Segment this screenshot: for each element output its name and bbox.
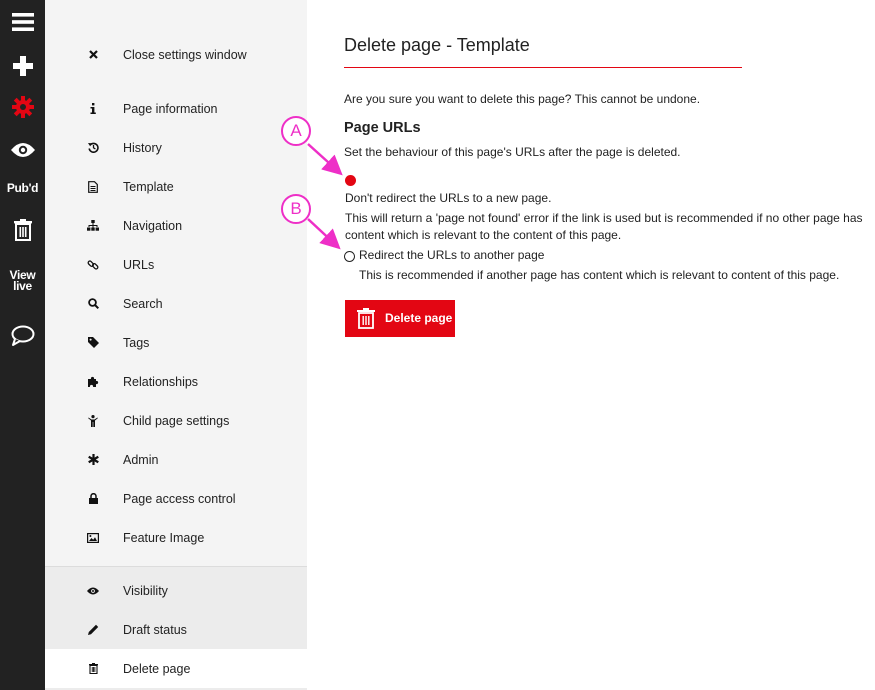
redirect-description: This is recommended if another page has … (359, 268, 840, 282)
view-live-button[interactable]: View live (0, 268, 45, 294)
menu-item-history[interactable]: History (45, 128, 307, 167)
history-icon (86, 141, 100, 155)
eye-icon (86, 584, 100, 598)
plus-icon[interactable] (0, 52, 45, 80)
menu-item-label: History (123, 140, 162, 155)
menu-item-label: Page access control (123, 491, 236, 506)
menu-item-child-page-settings[interactable]: Child page settings (45, 401, 307, 440)
menu-item-page-access-control[interactable]: Page access control (45, 479, 307, 518)
section-description: Set the behaviour of this page's URLs af… (344, 145, 681, 159)
menu-item-label: URLs (123, 257, 155, 272)
menu-item-tags[interactable]: Tags (45, 323, 307, 362)
no-redirect-label: Don't redirect the URLs to a new page. (345, 191, 552, 205)
menu-item-label: Child page settings (123, 413, 230, 428)
tag-icon (86, 336, 100, 350)
divider (45, 566, 307, 567)
menu-item-visibility[interactable]: Visibility (45, 571, 307, 610)
confirm-text: Are you sure you want to delete this pag… (344, 92, 701, 106)
menu-item-draft-status[interactable]: Draft status (45, 610, 307, 649)
puzzle-icon (86, 375, 100, 389)
document-icon (86, 180, 100, 194)
menu-item-label: Relationships (123, 374, 199, 389)
menu-item-label: Draft status (123, 622, 187, 637)
menu-item-template[interactable]: Template (45, 167, 307, 206)
child-icon (86, 414, 100, 428)
lock-icon (86, 492, 100, 506)
eye-icon[interactable] (0, 136, 45, 164)
publish-status[interactable]: Pub'd (0, 179, 45, 197)
redirect-radio[interactable] (344, 251, 355, 262)
close-settings-label: Close settings window (123, 47, 247, 62)
menu-item-label: Navigation (123, 218, 183, 233)
menu-icon[interactable] (0, 8, 45, 36)
menu-item-feature-image[interactable]: Feature Image (45, 518, 307, 557)
info-icon (86, 102, 100, 116)
publish-status-label: Pub'd (6, 180, 39, 195)
menu-item-navigation[interactable]: Navigation (45, 206, 307, 245)
image-icon (86, 531, 100, 545)
menu-item-label: Template (123, 179, 174, 194)
close-settings-button[interactable]: Close settings window (45, 35, 307, 74)
close-icon (86, 48, 100, 62)
menu-item-admin[interactable]: Admin (45, 440, 307, 479)
section-title: Page URLs (344, 120, 421, 136)
comment-icon[interactable] (0, 322, 45, 350)
main-content: Delete page - Template Are you sure you … (307, 0, 875, 690)
gear-icon[interactable] (0, 93, 45, 121)
trash-icon (357, 308, 375, 334)
sitemap-icon (86, 219, 100, 233)
redirect-label: Redirect the URLs to another page (359, 248, 545, 262)
menu-item-label: Delete page (123, 661, 191, 676)
menu-item-urls[interactable]: URLs (45, 245, 307, 284)
menu-item-label: Admin (123, 452, 159, 467)
trash-icon[interactable] (0, 217, 45, 243)
menu-item-page-information[interactable]: Page information (45, 89, 307, 128)
settings-menu: Close settings window Page information H… (45, 0, 307, 690)
menu-item-label: Feature Image (123, 530, 205, 545)
page-title: Delete page - Template (344, 35, 530, 55)
menu-item-delete-page[interactable]: Delete page (45, 649, 307, 688)
menu-item-relationships[interactable]: Relationships (45, 362, 307, 401)
view-live-label: View live (9, 268, 36, 293)
pencil-icon (86, 623, 100, 637)
link-icon (86, 258, 100, 272)
search-icon (86, 297, 100, 311)
main-toolbar: Pub'd View live (0, 0, 45, 690)
no-redirect-description-line: content which is relevant to the content… (345, 228, 622, 242)
menu-item-label: Tags (123, 335, 150, 350)
no-redirect-description-line: This will return a 'page not found' erro… (345, 211, 863, 225)
menu-item-search[interactable]: Search (45, 284, 307, 323)
annotation-b-marker: B (281, 194, 311, 224)
asterisk-icon (86, 453, 100, 467)
annotation-a-marker: A (281, 116, 311, 146)
menu-item-label: Page information (123, 101, 218, 116)
menu-item-label: Search (123, 296, 163, 311)
delete-page-button-label: Delete page (385, 311, 453, 325)
title-divider (344, 67, 742, 68)
menu-item-label: Visibility (123, 583, 168, 598)
delete-page-button[interactable]: Delete page (345, 300, 455, 337)
trash-icon (86, 662, 100, 676)
no-redirect-radio[interactable] (345, 175, 356, 186)
app-window: Pub'd View live Close settings window Pa… (0, 0, 875, 690)
